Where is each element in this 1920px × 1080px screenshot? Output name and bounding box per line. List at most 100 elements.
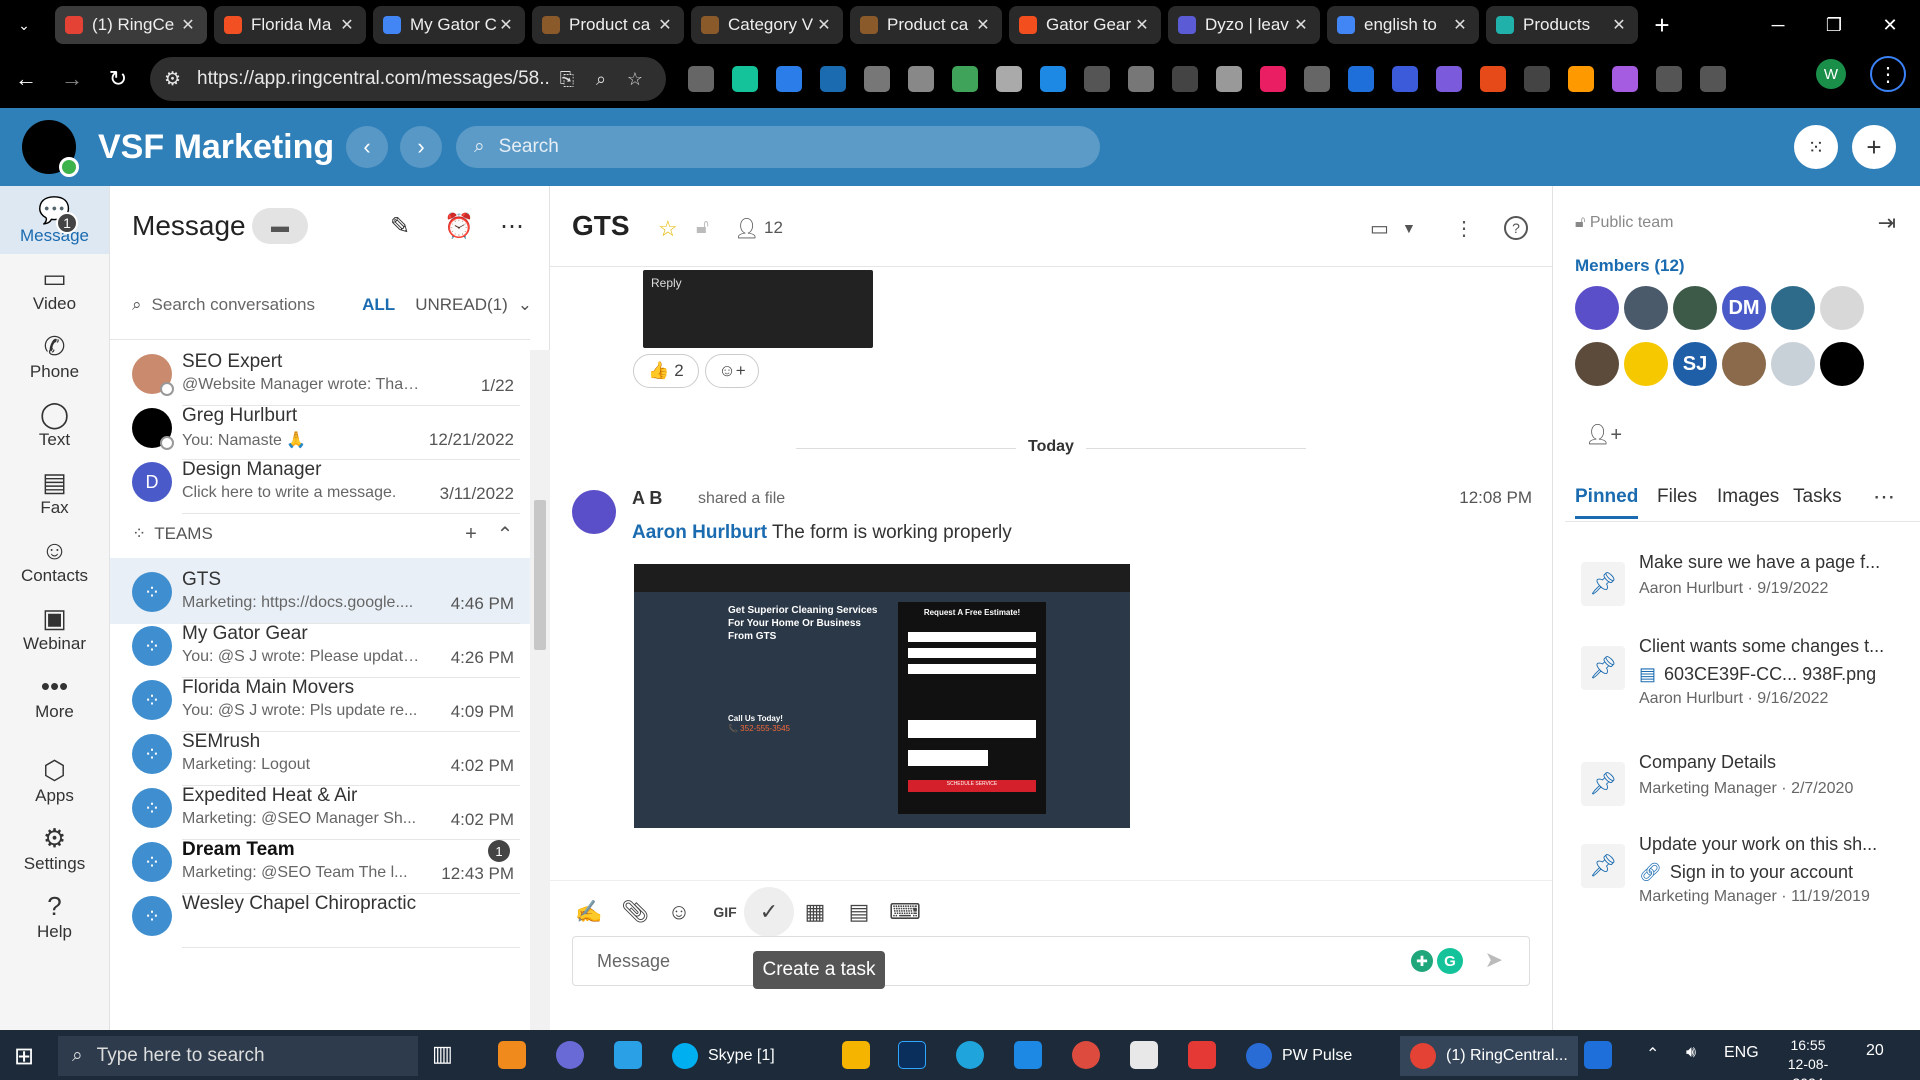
tab-close-icon[interactable]: ✕ [1292, 15, 1310, 35]
chrome-icon[interactable] [1072, 1041, 1100, 1069]
mention-link[interactable]: Aaron Hurlburt [632, 522, 767, 543]
team-row[interactable]: ⁘ Wesley Chapel Chiropractic [110, 882, 530, 948]
chevron-down-icon[interactable]: ▼ [1402, 220, 1416, 236]
thumbs-up-reaction[interactable]: 👍 2 [633, 354, 699, 388]
member-avatar[interactable] [1624, 342, 1668, 386]
download-icon[interactable] [1700, 66, 1726, 92]
member-count[interactable]: 12 [764, 218, 783, 238]
contact-avatar[interactable]: D [132, 462, 172, 502]
add-member-icon[interactable]: 👤︎+ [1585, 422, 1622, 447]
more-options-icon[interactable]: ⋮ [1454, 216, 1474, 241]
image-attachment[interactable]: Get Superior Cleaning Services For Your … [634, 564, 1130, 828]
search-icon[interactable] [1172, 66, 1198, 92]
ext-icon[interactable] [1084, 66, 1110, 92]
tab-images[interactable]: Images [1717, 486, 1779, 516]
nav-phone[interactable]: ✆ Phone [0, 322, 109, 390]
format-text-icon[interactable]: ✍ [572, 895, 606, 929]
tab-close-icon[interactable]: ✕ [497, 15, 515, 35]
member-avatar[interactable] [1820, 286, 1864, 330]
reload-icon[interactable]: ↻ [98, 59, 138, 99]
bookmark-star-icon[interactable]: ☆ [618, 69, 652, 90]
code-snippet-icon[interactable]: ⌨ [888, 895, 922, 929]
photoshop-icon[interactable] [898, 1041, 926, 1069]
back-icon[interactable]: ← [6, 59, 46, 99]
lock-icon[interactable]: 🔓︎ [696, 216, 709, 239]
members-icon[interactable]: 👤︎ [734, 216, 759, 241]
browser-tab[interactable]: Products ✕ [1486, 6, 1638, 44]
browser-tab[interactable]: english to ✕ [1327, 6, 1479, 44]
filter-unread-tab[interactable]: UNREAD(1) [415, 295, 508, 315]
scrollbar-thumb[interactable] [534, 500, 546, 650]
document-icon[interactable] [1584, 1041, 1612, 1069]
video-call-icon[interactable]: ▭ [1370, 216, 1389, 241]
nav-contacts[interactable]: ☺ Contacts [0, 526, 109, 594]
nav-apps[interactable]: ⬡ Apps [0, 746, 109, 814]
taskbar-clock[interactable]: 16:55 12-08-2024 [1776, 1036, 1840, 1080]
taskbar-app-skype[interactable]: Skype [1] [672, 1036, 775, 1076]
pinned-attachment[interactable]: 🔗︎ Sign in to your account [1639, 862, 1903, 883]
browser-tab[interactable]: Product ca ✕ [532, 6, 684, 44]
site-info-icon[interactable]: ⚙ [164, 68, 181, 91]
tab-close-icon[interactable]: ✕ [815, 15, 833, 35]
mail-icon[interactable] [1014, 1041, 1042, 1069]
global-search-input[interactable]: ⌕ Search [456, 126, 1100, 168]
profile-avatar[interactable]: W [1816, 59, 1846, 89]
app-icon[interactable] [1188, 1041, 1216, 1069]
new-icon[interactable] [952, 66, 978, 92]
amazon-icon[interactable] [1568, 66, 1594, 92]
add-reaction-icon[interactable]: ☺+ [705, 354, 759, 388]
member-avatar[interactable] [1722, 342, 1766, 386]
message-author-avatar[interactable] [572, 490, 616, 534]
ext-icon[interactable] [1348, 66, 1374, 92]
browser-tab[interactable]: Product ca ✕ [850, 6, 1002, 44]
nav-video[interactable]: ▭ Video [0, 254, 109, 322]
app-grid-icon[interactable]: ⁙ [1794, 125, 1838, 169]
member-avatar[interactable]: SJ [1673, 342, 1717, 386]
file-explorer-icon[interactable] [842, 1041, 870, 1069]
formula-icon[interactable] [1524, 66, 1550, 92]
chevron-down-icon[interactable]: ⌄ [518, 295, 532, 315]
grammarly-assist-icon[interactable]: ✚ [1411, 950, 1433, 972]
taskbar-search[interactable]: ⌕ Type here to search [58, 1036, 418, 1076]
ext-icon[interactable] [1260, 66, 1286, 92]
member-avatar[interactable] [1624, 286, 1668, 330]
new-action-plus-icon[interactable]: + [1852, 125, 1896, 169]
task-view-icon[interactable]: ▥ [432, 1041, 460, 1069]
pen-icon[interactable] [776, 66, 802, 92]
history-back-button[interactable]: ‹ [346, 126, 388, 168]
zoom-icon[interactable]: ⌕ [584, 69, 618, 90]
user-avatar[interactable] [22, 120, 79, 177]
chevron-up-icon[interactable]: ⌃ [1646, 1044, 1659, 1064]
camera-icon[interactable] [688, 66, 714, 92]
member-avatar[interactable] [1575, 342, 1619, 386]
language-indicator[interactable]: ENG [1724, 1044, 1759, 1062]
previous-image-attachment[interactable]: Reply [643, 270, 873, 348]
install-app-icon[interactable]: ⎘ [550, 69, 584, 90]
ext-icon[interactable] [1216, 66, 1242, 92]
send-icon[interactable]: ➤ [1485, 947, 1503, 973]
slack-icon[interactable] [556, 1041, 584, 1069]
outlook-icon[interactable] [1130, 1041, 1158, 1069]
conversation-scrollbar[interactable] [530, 350, 550, 1030]
browser-tab[interactable]: My Gator C ✕ [373, 6, 525, 44]
tab-search-chevron-icon[interactable]: ⌄ [0, 0, 48, 50]
ext-icon[interactable] [1304, 66, 1330, 92]
nav-text[interactable]: ◯ Text [0, 390, 109, 458]
tab-close-icon[interactable]: ✕ [1610, 15, 1628, 35]
taskbar-app-ringcentral[interactable]: (1) RingCentral... [1400, 1036, 1578, 1076]
ext-icon[interactable] [1436, 66, 1462, 92]
browser-tab[interactable]: Gator Gear ✕ [1009, 6, 1161, 44]
browser-menu-icon[interactable]: ⋮ [1870, 56, 1906, 92]
nav-help[interactable]: ? Help [0, 882, 109, 950]
tab-tasks[interactable]: Tasks [1793, 486, 1842, 516]
sublime-text-icon[interactable] [498, 1041, 526, 1069]
tab-close-icon[interactable]: ✕ [1133, 15, 1151, 35]
puzzle-icon[interactable] [1656, 66, 1682, 92]
history-forward-button[interactable]: › [400, 126, 442, 168]
nav-message[interactable]: 💬 Message [0, 186, 109, 254]
member-avatar[interactable] [1673, 286, 1717, 330]
gif-icon[interactable]: GIF [708, 895, 742, 929]
nav-more[interactable]: ••• More [0, 662, 109, 730]
conversation-search-input[interactable]: Search conversations [152, 295, 363, 315]
nav-webinar[interactable]: ▣ Webinar [0, 594, 109, 662]
